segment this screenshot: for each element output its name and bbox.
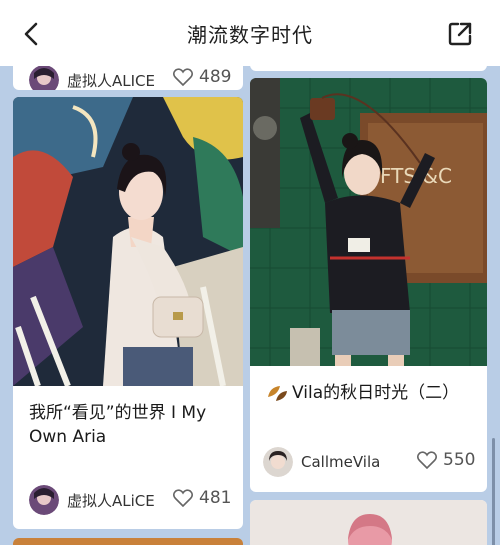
heart-icon (173, 489, 193, 507)
post-card[interactable] (250, 500, 487, 545)
post-card[interactable] (250, 66, 487, 71)
like-count[interactable]: 550 (417, 450, 475, 470)
post-image[interactable] (250, 500, 487, 545)
post-card[interactable]: 我所“看见”的世界 I My Own Aria 虚拟人ALiCE 481 (13, 97, 243, 529)
post-title[interactable]: Vila的秋日时光（二） (266, 381, 481, 405)
author-name: 虚拟人ALICE (67, 71, 155, 90)
autumn-leaf-icon (268, 386, 287, 401)
post-title[interactable]: 我所“看见”的世界 I My Own Aria (29, 401, 234, 449)
post-card[interactable]: 虚拟人ALICE 489 (13, 66, 243, 90)
post-card[interactable]: FTS &C Vila的秋日时光（二） CallmeVila 550 (250, 78, 487, 492)
post-card[interactable] (13, 538, 243, 545)
post-image[interactable] (13, 538, 243, 545)
post-author[interactable]: 虚拟人ALICE (29, 66, 155, 90)
top-navigation-bar: 潮流数字时代 (0, 0, 500, 66)
post-author[interactable]: 虚拟人ALiCE (29, 485, 155, 515)
avatar (29, 485, 59, 515)
content-feed[interactable]: 虚拟人ALICE 489 我所“看见”的世界 I My Own Aria 虚拟人… (0, 66, 500, 545)
author-name: 虚拟人ALiCE (67, 491, 155, 510)
like-count[interactable]: 481 (173, 488, 231, 508)
post-image[interactable]: FTS &C (250, 78, 487, 366)
like-count[interactable]: 489 (173, 67, 231, 87)
share-external-icon[interactable] (446, 20, 474, 48)
avatar (263, 447, 293, 477)
heart-icon (417, 451, 437, 469)
heart-icon (173, 68, 193, 86)
author-name: CallmeVila (301, 453, 381, 471)
like-count-value: 550 (443, 450, 476, 470)
like-count-value: 489 (199, 67, 232, 87)
avatar (29, 66, 59, 90)
post-image[interactable] (13, 97, 243, 388)
post-author[interactable]: CallmeVila (263, 447, 380, 477)
page-title: 潮流数字时代 (187, 23, 313, 47)
like-count-value: 481 (199, 488, 232, 508)
post-title-text: Vila的秋日时光（二） (292, 383, 460, 403)
scrollbar[interactable] (492, 438, 495, 545)
